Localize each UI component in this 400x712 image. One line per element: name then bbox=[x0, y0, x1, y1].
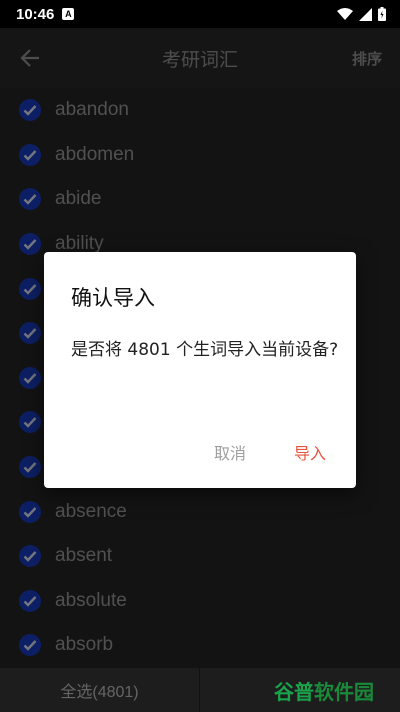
watermark-part1: 谷普 bbox=[274, 679, 314, 704]
wifi-icon bbox=[337, 7, 353, 20]
dialog-title: 确认导入 bbox=[71, 286, 155, 310]
status-time: 10:46 bbox=[16, 5, 55, 23]
battery-icon bbox=[378, 7, 386, 21]
signal-icon bbox=[359, 7, 372, 21]
dialog-message: 是否将 4801 个生词导入当前设备? bbox=[71, 340, 339, 360]
notification-icon: A bbox=[62, 8, 75, 20]
watermark-part2: 软件园 bbox=[314, 679, 374, 704]
status-bar: 10:46 A bbox=[0, 0, 400, 28]
import-button[interactable]: 导入 bbox=[294, 440, 326, 464]
watermark-logo: 谷普 软件园 bbox=[274, 672, 374, 708]
cancel-button[interactable]: 取消 bbox=[214, 440, 246, 464]
import-confirm-dialog: 确认导入 是否将 4801 个生词导入当前设备? 取消 导入 bbox=[44, 252, 356, 488]
